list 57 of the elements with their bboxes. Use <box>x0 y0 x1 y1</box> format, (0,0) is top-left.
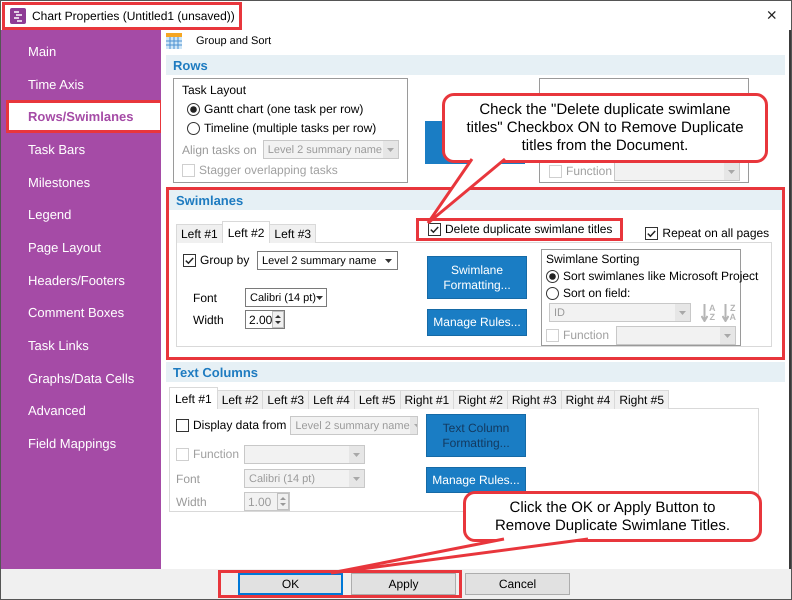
radio-label[interactable]: Sort swimlanes like Microsoft Project <box>546 269 758 284</box>
field-label: Font <box>192 290 218 304</box>
dialog-button[interactable]: Cancel <box>465 573 570 595</box>
field-label: Align tasks on <box>182 142 257 156</box>
sidebar-item[interactable]: Legend <box>6 198 163 232</box>
dialog-button[interactable]: Apply <box>351 573 456 595</box>
tab[interactable]: Left #1 <box>176 224 223 243</box>
field-label: Font <box>176 472 202 486</box>
tab[interactable]: Left #2 <box>222 221 270 243</box>
tab[interactable]: Right #1 <box>400 390 454 409</box>
sidebar-item[interactable]: Task Bars <box>6 133 163 166</box>
group-title: Swimlane Sorting <box>546 251 640 267</box>
tab[interactable]: Left #5 <box>354 390 401 409</box>
manage-rules-button[interactable]: Manage Rules... <box>427 309 527 336</box>
sidebar-item[interactable]: Milestones <box>6 166 163 198</box>
tab[interactable]: Left #1 <box>169 387 218 409</box>
sidebar-item[interactable]: Time Axis <box>6 68 163 100</box>
section-title: Text Columns <box>173 364 258 380</box>
checkbox-label[interactable]: Group by <box>183 253 250 268</box>
tab[interactable]: Right #2 <box>453 390 508 409</box>
tab[interactable]: Right #5 <box>614 390 670 409</box>
sidebar-item[interactable]: Comment Boxes <box>6 296 163 330</box>
page-title: Group and Sort <box>196 35 272 47</box>
checkbox-label[interactable]: Repeat on all pages <box>645 226 770 241</box>
callout: Click the OK or Apply Button to Remove Duplicate Swimlane Titles. <box>463 491 762 542</box>
number-field[interactable]: 2.00 <box>245 310 285 329</box>
sidebar-item[interactable]: Graphs/Data Cells <box>6 362 163 395</box>
sidebar-item[interactable]: Main <box>6 35 163 68</box>
field-label: Width <box>176 494 208 508</box>
section-title: Swimlanes <box>176 192 244 208</box>
group-title: Task Layout <box>182 82 248 98</box>
formatting-button[interactable]: Swimlane Formatting... <box>427 256 527 299</box>
tab[interactable]: Left #3 <box>262 390 310 409</box>
radio-label[interactable]: Gantt chart (one task per row) <box>187 102 364 117</box>
manage-rules-button[interactable]: Manage Rules... <box>426 467 526 493</box>
tab[interactable]: Right #3 <box>506 390 562 409</box>
sidebar-item[interactable]: Page Layout <box>6 231 163 264</box>
radio-label[interactable]: Sort on field: <box>546 286 630 301</box>
sidebar-item[interactable]: Headers/Footers <box>6 264 163 296</box>
sidebar-item[interactable]: Advanced <box>6 394 163 428</box>
dialog-button[interactable]: OK <box>238 573 343 595</box>
dropdown[interactable]: Calibri (14 pt) <box>245 288 327 307</box>
sidebar-item[interactable]: Task Links <box>6 329 163 362</box>
checkbox-label[interactable]: Delete duplicate swimlane titles <box>428 222 612 237</box>
section-title: Rows <box>173 58 208 72</box>
field-label: Width <box>192 312 225 326</box>
tab[interactable]: Left #3 <box>269 224 316 243</box>
checkbox-label[interactable]: Display data from <box>176 418 286 433</box>
sidebar-item[interactable]: Rows/Swimlanes <box>6 100 163 134</box>
sidebar-item[interactable]: Field Mappings <box>6 427 163 460</box>
radio-label[interactable]: Timeline (multiple tasks per row) <box>187 121 376 136</box>
window-title: Chart Properties (Untitled1 (unsaved)) <box>32 8 235 22</box>
close-button[interactable]: × <box>766 5 777 26</box>
tab[interactable]: Left #2 <box>216 390 264 409</box>
tab[interactable]: Right #4 <box>560 390 616 409</box>
tab[interactable]: Left #4 <box>308 390 355 409</box>
dropdown[interactable]: Level 2 summary name <box>257 251 398 270</box>
